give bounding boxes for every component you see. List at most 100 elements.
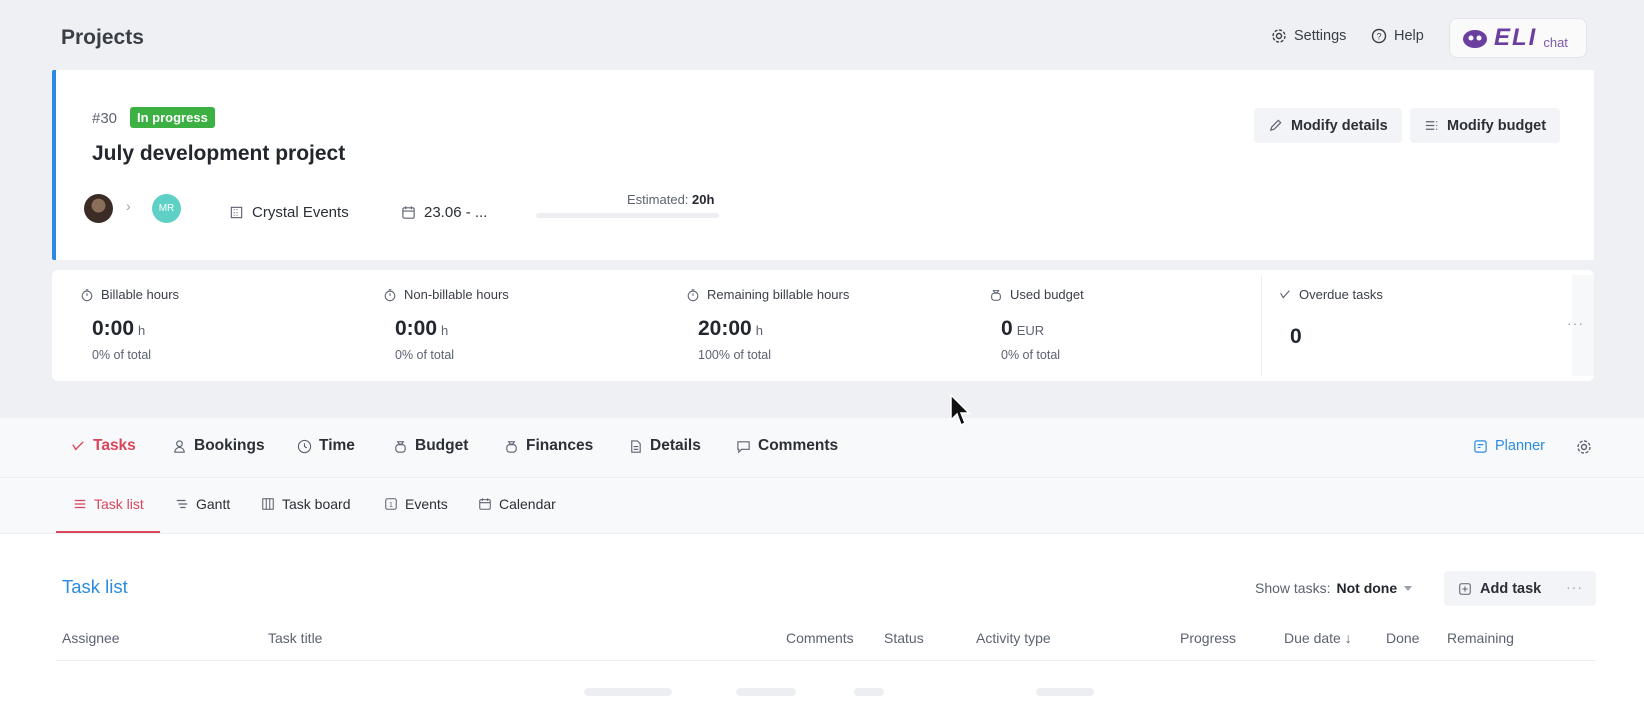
- loading-skeleton: [1036, 688, 1094, 696]
- stat-label: Billable hours: [101, 287, 180, 302]
- stat-unit: h: [441, 323, 449, 338]
- more-icon[interactable]: ···: [1566, 579, 1583, 595]
- stat-label: Remaining billable hours: [707, 287, 850, 302]
- column-header-comments[interactable]: Comments: [786, 630, 854, 646]
- plus-square-icon: [1459, 582, 1471, 595]
- estimated-label: Estimated:: [627, 192, 689, 207]
- stat-value: 20:00: [698, 317, 752, 340]
- task-list-title: Task list: [62, 576, 128, 597]
- subtab-task-list[interactable]: Task list: [73, 496, 144, 512]
- subtab-calendar[interactable]: Calendar: [478, 496, 556, 512]
- subtab-label: Gantt: [196, 496, 231, 512]
- stat-unit: h: [755, 323, 763, 338]
- column-header-assignee[interactable]: Assignee: [62, 630, 120, 646]
- client-info: Crystal Events: [229, 204, 349, 221]
- column-header-done[interactable]: Done: [1386, 630, 1419, 646]
- stat-non-billable-hours: Non-billable hours 0:00 h 0% of total: [367, 270, 667, 381]
- eli-chat-button[interactable]: ELI chat: [1449, 18, 1587, 58]
- active-subtab-underline: [56, 531, 160, 533]
- eli-mascot-icon: [1463, 30, 1487, 48]
- client-name: Crystal Events: [252, 204, 349, 221]
- money-bag-icon: [506, 440, 517, 453]
- settings-link[interactable]: Settings: [1271, 28, 1346, 44]
- stat-label: Used budget: [1010, 287, 1084, 302]
- eli-chat-label: chat: [1543, 34, 1568, 50]
- loading-skeleton: [736, 688, 796, 696]
- column-header-status[interactable]: Status: [884, 630, 924, 646]
- loading-skeleton: [584, 688, 672, 696]
- clock-icon: [297, 439, 312, 453]
- calendar-icon: [402, 206, 415, 219]
- mouse-cursor-icon: [950, 394, 971, 427]
- date-range: 23.06 - ...: [424, 204, 488, 221]
- planner-label: Planner: [1495, 438, 1545, 454]
- modify-budget-button[interactable]: Modify budget: [1410, 108, 1561, 143]
- modify-details-label: Modify details: [1291, 117, 1388, 134]
- subtab-task-board[interactable]: Task board: [261, 496, 350, 512]
- column-header-task-title[interactable]: Task title: [268, 630, 322, 646]
- subtab-events[interactable]: 1 Events: [384, 496, 448, 512]
- stat-unit: h: [138, 323, 146, 338]
- stopwatch-icon: [81, 288, 93, 301]
- stopwatch-icon: [687, 288, 699, 301]
- tab-details[interactable]: Details: [628, 437, 701, 455]
- settings-label: Settings: [1294, 28, 1347, 44]
- status-badge: In progress: [130, 107, 215, 128]
- tab-finances[interactable]: Finances: [504, 437, 593, 455]
- tab-bookings[interactable]: Bookings: [172, 437, 265, 455]
- eli-logo: ELI: [1494, 24, 1538, 51]
- column-header-due-date[interactable]: Due date ↓: [1284, 630, 1352, 646]
- subtab-gantt[interactable]: Gantt: [175, 496, 230, 512]
- check-heart-icon: [1280, 289, 1290, 299]
- more-icon[interactable]: ···: [1567, 315, 1584, 331]
- show-tasks-value: Not done: [1336, 580, 1398, 596]
- gear-icon[interactable]: [1576, 439, 1592, 455]
- owner-avatar[interactable]: [84, 194, 113, 223]
- stat-label: Overdue tasks: [1299, 287, 1383, 302]
- user-icon: [174, 439, 185, 453]
- column-header-activity-type[interactable]: Activity type: [976, 630, 1051, 646]
- calendar-icon: [479, 498, 491, 510]
- tab-label: Time: [319, 437, 355, 454]
- show-tasks-filter[interactable]: Show tasks: Not done: [1255, 580, 1413, 596]
- planner-link[interactable]: Planner: [1473, 438, 1545, 454]
- stat-used-budget: Used budget 0 EUR 0% of total: [973, 270, 1273, 381]
- list-icon: [1425, 121, 1438, 130]
- tab-time[interactable]: Time: [297, 437, 355, 455]
- help-icon: ?: [1371, 28, 1387, 44]
- tab-label: Bookings: [194, 437, 265, 454]
- project-progress-bar: [536, 213, 719, 218]
- modify-budget-label: Modify budget: [1447, 117, 1547, 134]
- money-bag-icon: [991, 289, 1001, 301]
- table-header-divider: [56, 660, 1596, 661]
- stat-sub: 0% of total: [92, 348, 152, 362]
- stats-row: Billable hours 0:00 h 0% of total Non-bil…: [52, 270, 1594, 381]
- pencil-icon: [1269, 119, 1282, 132]
- chevron-right-icon: ›: [126, 198, 131, 214]
- date-info: 23.06 - ...: [401, 204, 487, 221]
- stat-unit: EUR: [1016, 323, 1045, 338]
- stat-sub: 0% of total: [1001, 348, 1061, 362]
- stat-remaining-billable-hours: Remaining billable hours 20:00 h 100% of …: [670, 270, 970, 381]
- help-label: Help: [1394, 28, 1424, 44]
- project-card: #30 In progress July development project…: [52, 70, 1594, 260]
- svg-text:1: 1: [389, 502, 393, 509]
- event-icon: 1: [385, 498, 397, 510]
- help-link[interactable]: ? Help: [1371, 28, 1424, 44]
- tab-tasks[interactable]: Tasks: [71, 437, 136, 455]
- column-header-progress[interactable]: Progress: [1180, 630, 1236, 646]
- list-icon: [74, 499, 86, 509]
- stat-value: 0: [1290, 325, 1302, 348]
- column-header-remaining[interactable]: Remaining: [1447, 630, 1514, 646]
- project-number: #30: [92, 110, 118, 127]
- tab-budget[interactable]: Budget: [393, 437, 468, 455]
- assignee-avatar[interactable]: MR: [152, 194, 181, 223]
- stat-sub: 0% of total: [395, 348, 455, 362]
- tab-comments[interactable]: Comments: [736, 437, 838, 455]
- stat-value: 0: [1001, 317, 1013, 340]
- comment-icon: [737, 440, 750, 453]
- top-bar: Projects Settings ? Help ELI chat: [0, 0, 1644, 70]
- caret-down-icon: [1404, 586, 1413, 591]
- loading-skeleton: [854, 688, 884, 696]
- modify-details-button[interactable]: Modify details: [1254, 108, 1402, 143]
